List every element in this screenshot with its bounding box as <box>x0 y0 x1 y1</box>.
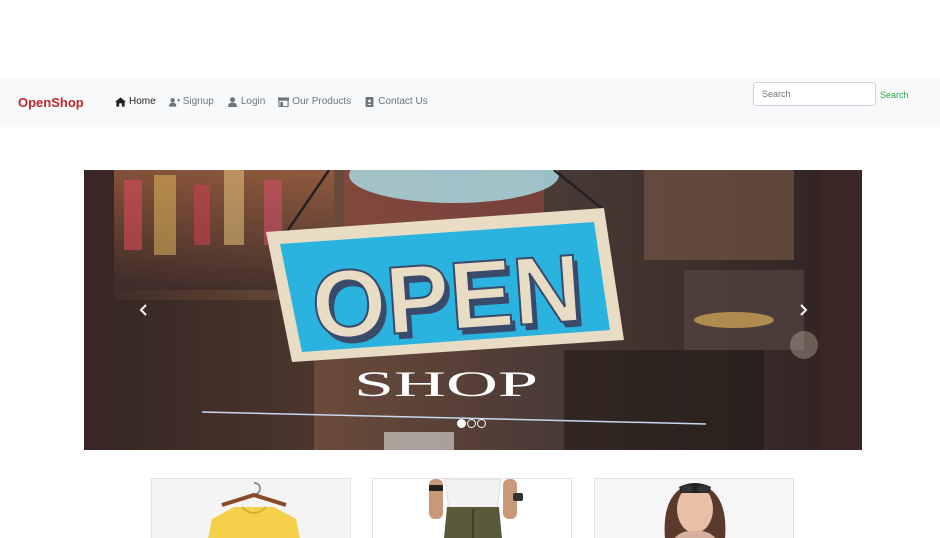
home-icon <box>115 96 126 107</box>
nav-item-label: Home <box>129 96 156 107</box>
carousel-indicator[interactable] <box>467 419 476 428</box>
nav-item-contact[interactable]: Contact Us <box>364 96 428 107</box>
open-sign-text-highlight: OPEN <box>308 235 585 361</box>
nav-item-label: Login <box>240 96 266 107</box>
carousel-indicator[interactable] <box>457 419 466 428</box>
nav-item-home[interactable]: Home <box>115 96 156 107</box>
carousel-next-button[interactable] <box>793 300 813 320</box>
yellow-shirt-image <box>152 479 350 538</box>
shop-text: SHOP <box>354 364 538 404</box>
man-in-cargo-pants-image <box>373 479 571 538</box>
search-input[interactable] <box>753 82 876 106</box>
nav-item-label: Contact Us <box>378 96 428 107</box>
chevron-left-icon <box>139 304 147 316</box>
hero-carousel: OPEN OPEN SHOP <box>84 170 862 450</box>
page: OpenShop Home Signup Login Our Products … <box>0 0 940 538</box>
carousel-indicators <box>457 419 486 428</box>
nav-item-login[interactable]: Login <box>227 96 265 107</box>
woman-with-sunglasses-image <box>595 479 793 538</box>
product-card[interactable] <box>372 478 572 538</box>
store-icon <box>278 96 290 107</box>
carousel-indicator[interactable] <box>477 419 486 428</box>
nav-menu: Home Signup Login Our Products Contact U… <box>115 96 428 107</box>
carousel-prev-button[interactable] <box>134 300 154 320</box>
brand-logo[interactable]: OpenShop <box>18 95 84 110</box>
product-card[interactable] <box>151 478 351 538</box>
nav-item-products[interactable]: Our Products <box>278 96 351 107</box>
nav-item-label: Our Products <box>292 96 352 107</box>
user-plus-icon <box>168 97 180 107</box>
chevron-right-icon <box>800 304 808 316</box>
nav-item-label: Signup <box>182 96 214 107</box>
search-button[interactable]: Search <box>880 90 909 100</box>
user-icon <box>227 96 237 107</box>
contact-card-icon <box>365 96 374 107</box>
nav-item-signup[interactable]: Signup <box>168 96 214 107</box>
product-card[interactable] <box>594 478 794 538</box>
open-sign-photo: OPEN OPEN SHOP <box>84 170 862 450</box>
